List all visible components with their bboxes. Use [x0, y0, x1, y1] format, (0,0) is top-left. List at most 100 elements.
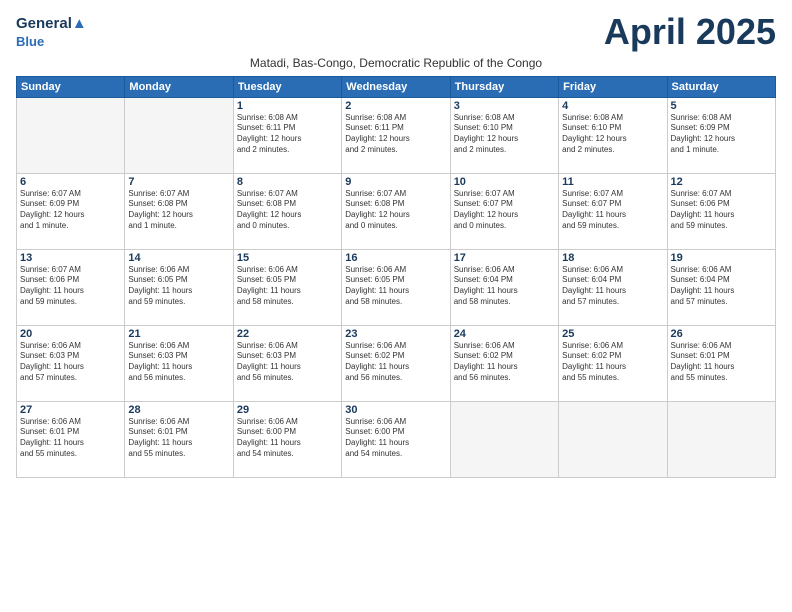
- logo: General▲ Blue: [16, 16, 87, 51]
- day-number: 6: [20, 176, 121, 188]
- logo-blue-indicator: ▲: [72, 15, 87, 32]
- day-info: Sunrise: 6:08 AM Sunset: 6:09 PM Dayligh…: [671, 113, 772, 156]
- logo-blue-text: Blue: [16, 34, 44, 49]
- day-number: 17: [454, 252, 555, 264]
- day-number: 25: [562, 328, 663, 340]
- day-cell-2-4: 17Sunrise: 6:06 AM Sunset: 6:04 PM Dayli…: [450, 249, 558, 325]
- day-cell-3-6: 26Sunrise: 6:06 AM Sunset: 6:01 PM Dayli…: [667, 325, 775, 401]
- day-number: 7: [128, 176, 229, 188]
- day-number: 20: [20, 328, 121, 340]
- day-info: Sunrise: 6:08 AM Sunset: 6:10 PM Dayligh…: [562, 113, 663, 156]
- day-info: Sunrise: 6:06 AM Sunset: 6:05 PM Dayligh…: [237, 265, 338, 308]
- logo-text: General▲: [16, 16, 87, 33]
- day-number: 22: [237, 328, 338, 340]
- day-info: Sunrise: 6:07 AM Sunset: 6:08 PM Dayligh…: [237, 189, 338, 232]
- header-sunday: Sunday: [17, 76, 125, 97]
- week-row-2: 6Sunrise: 6:07 AM Sunset: 6:09 PM Daylig…: [17, 173, 776, 249]
- calendar-table: Sunday Monday Tuesday Wednesday Thursday…: [16, 76, 776, 478]
- day-cell-1-3: 9Sunrise: 6:07 AM Sunset: 6:08 PM Daylig…: [342, 173, 450, 249]
- day-cell-0-4: 3Sunrise: 6:08 AM Sunset: 6:10 PM Daylig…: [450, 97, 558, 173]
- day-cell-3-3: 23Sunrise: 6:06 AM Sunset: 6:02 PM Dayli…: [342, 325, 450, 401]
- day-number: 24: [454, 328, 555, 340]
- header-saturday: Saturday: [667, 76, 775, 97]
- day-cell-2-6: 19Sunrise: 6:06 AM Sunset: 6:04 PM Dayli…: [667, 249, 775, 325]
- day-cell-4-6: [667, 401, 775, 477]
- month-title: April 2025: [604, 12, 776, 52]
- day-number: 29: [237, 404, 338, 416]
- day-info: Sunrise: 6:06 AM Sunset: 6:00 PM Dayligh…: [345, 417, 446, 460]
- day-info: Sunrise: 6:06 AM Sunset: 6:05 PM Dayligh…: [345, 265, 446, 308]
- day-number: 4: [562, 100, 663, 112]
- day-cell-2-1: 14Sunrise: 6:06 AM Sunset: 6:05 PM Dayli…: [125, 249, 233, 325]
- header-monday: Monday: [125, 76, 233, 97]
- day-cell-4-2: 29Sunrise: 6:06 AM Sunset: 6:00 PM Dayli…: [233, 401, 341, 477]
- day-cell-2-3: 16Sunrise: 6:06 AM Sunset: 6:05 PM Dayli…: [342, 249, 450, 325]
- day-number: 23: [345, 328, 446, 340]
- day-cell-1-1: 7Sunrise: 6:07 AM Sunset: 6:08 PM Daylig…: [125, 173, 233, 249]
- day-info: Sunrise: 6:06 AM Sunset: 6:03 PM Dayligh…: [20, 341, 121, 384]
- day-info: Sunrise: 6:07 AM Sunset: 6:09 PM Dayligh…: [20, 189, 121, 232]
- day-info: Sunrise: 6:06 AM Sunset: 6:04 PM Dayligh…: [671, 265, 772, 308]
- week-row-1: 1Sunrise: 6:08 AM Sunset: 6:11 PM Daylig…: [17, 97, 776, 173]
- day-cell-2-5: 18Sunrise: 6:06 AM Sunset: 6:04 PM Dayli…: [559, 249, 667, 325]
- day-cell-2-2: 15Sunrise: 6:06 AM Sunset: 6:05 PM Dayli…: [233, 249, 341, 325]
- day-cell-2-0: 13Sunrise: 6:07 AM Sunset: 6:06 PM Dayli…: [17, 249, 125, 325]
- day-info: Sunrise: 6:06 AM Sunset: 6:03 PM Dayligh…: [237, 341, 338, 384]
- day-info: Sunrise: 6:06 AM Sunset: 6:01 PM Dayligh…: [20, 417, 121, 460]
- day-number: 30: [345, 404, 446, 416]
- day-number: 13: [20, 252, 121, 264]
- weekday-header-row: Sunday Monday Tuesday Wednesday Thursday…: [17, 76, 776, 97]
- day-cell-3-2: 22Sunrise: 6:06 AM Sunset: 6:03 PM Dayli…: [233, 325, 341, 401]
- day-info: Sunrise: 6:07 AM Sunset: 6:08 PM Dayligh…: [128, 189, 229, 232]
- day-cell-1-0: 6Sunrise: 6:07 AM Sunset: 6:09 PM Daylig…: [17, 173, 125, 249]
- day-cell-4-0: 27Sunrise: 6:06 AM Sunset: 6:01 PM Dayli…: [17, 401, 125, 477]
- day-cell-4-4: [450, 401, 558, 477]
- day-number: 21: [128, 328, 229, 340]
- day-cell-0-0: [17, 97, 125, 173]
- day-info: Sunrise: 6:06 AM Sunset: 6:04 PM Dayligh…: [454, 265, 555, 308]
- day-info: Sunrise: 6:06 AM Sunset: 6:02 PM Dayligh…: [345, 341, 446, 384]
- day-number: 27: [20, 404, 121, 416]
- week-row-3: 13Sunrise: 6:07 AM Sunset: 6:06 PM Dayli…: [17, 249, 776, 325]
- day-cell-1-5: 11Sunrise: 6:07 AM Sunset: 6:07 PM Dayli…: [559, 173, 667, 249]
- header-wednesday: Wednesday: [342, 76, 450, 97]
- day-number: 11: [562, 176, 663, 188]
- day-info: Sunrise: 6:07 AM Sunset: 6:07 PM Dayligh…: [454, 189, 555, 232]
- day-info: Sunrise: 6:06 AM Sunset: 6:04 PM Dayligh…: [562, 265, 663, 308]
- day-info: Sunrise: 6:08 AM Sunset: 6:11 PM Dayligh…: [237, 113, 338, 156]
- day-number: 8: [237, 176, 338, 188]
- header: General▲ Blue April 2025: [16, 12, 776, 52]
- day-number: 5: [671, 100, 772, 112]
- day-info: Sunrise: 6:06 AM Sunset: 6:00 PM Dayligh…: [237, 417, 338, 460]
- day-cell-3-4: 24Sunrise: 6:06 AM Sunset: 6:02 PM Dayli…: [450, 325, 558, 401]
- day-number: 15: [237, 252, 338, 264]
- page: General▲ Blue April 2025 Matadi, Bas-Con…: [0, 0, 792, 612]
- day-info: Sunrise: 6:07 AM Sunset: 6:06 PM Dayligh…: [20, 265, 121, 308]
- day-info: Sunrise: 6:06 AM Sunset: 6:01 PM Dayligh…: [671, 341, 772, 384]
- day-info: Sunrise: 6:07 AM Sunset: 6:06 PM Dayligh…: [671, 189, 772, 232]
- day-number: 10: [454, 176, 555, 188]
- day-cell-0-1: [125, 97, 233, 173]
- day-cell-3-5: 25Sunrise: 6:06 AM Sunset: 6:02 PM Dayli…: [559, 325, 667, 401]
- logo-general: General: [16, 15, 72, 32]
- day-number: 28: [128, 404, 229, 416]
- day-number: 18: [562, 252, 663, 264]
- day-number: 1: [237, 100, 338, 112]
- header-tuesday: Tuesday: [233, 76, 341, 97]
- day-number: 2: [345, 100, 446, 112]
- header-thursday: Thursday: [450, 76, 558, 97]
- day-cell-4-5: [559, 401, 667, 477]
- day-info: Sunrise: 6:06 AM Sunset: 6:02 PM Dayligh…: [454, 341, 555, 384]
- day-info: Sunrise: 6:06 AM Sunset: 6:05 PM Dayligh…: [128, 265, 229, 308]
- day-info: Sunrise: 6:07 AM Sunset: 6:08 PM Dayligh…: [345, 189, 446, 232]
- location: Matadi, Bas-Congo, Democratic Republic o…: [16, 56, 776, 70]
- day-info: Sunrise: 6:06 AM Sunset: 6:02 PM Dayligh…: [562, 341, 663, 384]
- day-cell-3-0: 20Sunrise: 6:06 AM Sunset: 6:03 PM Dayli…: [17, 325, 125, 401]
- day-info: Sunrise: 6:08 AM Sunset: 6:10 PM Dayligh…: [454, 113, 555, 156]
- header-friday: Friday: [559, 76, 667, 97]
- day-info: Sunrise: 6:06 AM Sunset: 6:01 PM Dayligh…: [128, 417, 229, 460]
- day-number: 16: [345, 252, 446, 264]
- day-number: 14: [128, 252, 229, 264]
- week-row-5: 27Sunrise: 6:06 AM Sunset: 6:01 PM Dayli…: [17, 401, 776, 477]
- day-cell-4-1: 28Sunrise: 6:06 AM Sunset: 6:01 PM Dayli…: [125, 401, 233, 477]
